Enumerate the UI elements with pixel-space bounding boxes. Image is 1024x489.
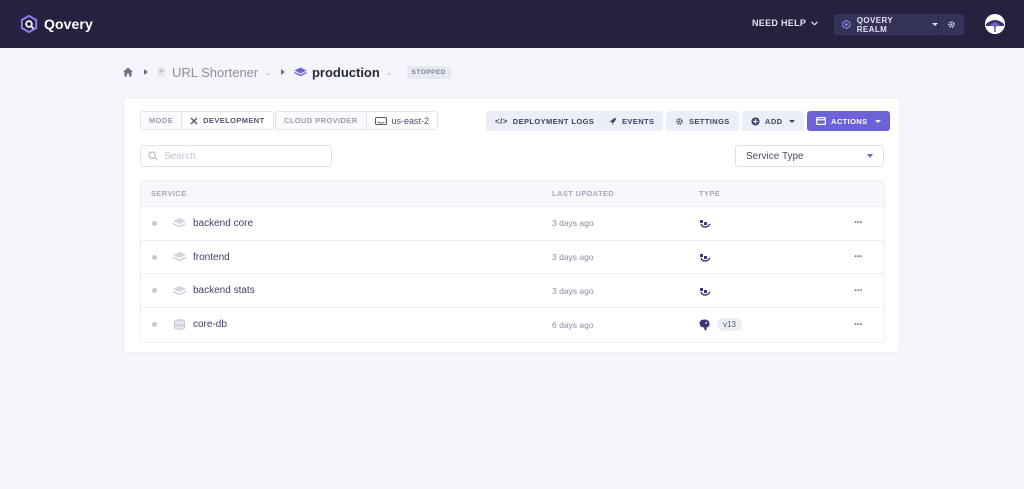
chevron-down-icon[interactable]: ⌄ <box>386 68 393 77</box>
row-menu-button[interactable]: ··· <box>854 251 863 263</box>
application-icon <box>172 252 187 262</box>
actions-label: ACTIONS <box>831 116 868 126</box>
header-service[interactable]: SERVICE <box>151 189 187 198</box>
table-header: SERVICE LAST UPDATED TYPE <box>141 181 884 207</box>
breadcrumb: P URL Shortener ⌄ production ⌄ STOPPED <box>122 62 451 82</box>
qovery-logo-icon <box>20 15 38 33</box>
service-name[interactable]: backend core <box>193 218 253 229</box>
container-icon <box>700 254 711 262</box>
project-initial-badge: P <box>157 66 166 78</box>
brand-logo[interactable]: Qovery <box>20 15 93 33</box>
breadcrumb-environment[interactable]: production <box>312 65 380 80</box>
add-button[interactable]: ADD <box>742 111 805 131</box>
events-label: EVENTS <box>622 116 655 126</box>
last-updated: 3 days ago <box>552 252 594 263</box>
container-icon <box>700 287 711 296</box>
cloud-provider-key: CLOUD PROVIDER <box>276 112 367 129</box>
mode-value: DEVELOPMENT <box>182 112 273 129</box>
cloud-provider-tag: CLOUD PROVIDER us-east-2 <box>275 111 439 130</box>
organization-switcher: QOVERY REALM <box>834 14 964 35</box>
need-help-menu[interactable]: NEED HELP <box>752 18 819 28</box>
top-navbar: Qovery NEED HELP QOVERY REALM <box>0 0 1024 48</box>
status-badge: STOPPED <box>406 65 451 79</box>
settings-label: SETTINGS <box>689 116 730 126</box>
organization-logo-icon <box>842 20 851 29</box>
organization-settings-button[interactable] <box>938 14 964 35</box>
chevron-down-icon[interactable]: ⌄ <box>264 68 271 77</box>
caret-down-icon <box>789 119 796 123</box>
container-icon <box>700 220 711 229</box>
window-icon <box>816 117 826 125</box>
header-type[interactable]: TYPE <box>699 189 720 198</box>
avatar-image-icon <box>985 14 1005 34</box>
caret-down-icon <box>867 154 873 158</box>
organization-dropdown[interactable]: QOVERY REALM <box>834 14 938 35</box>
row-menu-button[interactable]: ··· <box>854 285 863 297</box>
service-cell: backend core <box>172 207 253 240</box>
header-last-updated[interactable]: LAST UPDATED <box>552 189 614 198</box>
database-icon <box>174 319 185 331</box>
caret-down-icon <box>874 119 881 123</box>
brand-name: Qovery <box>44 16 93 32</box>
search-icon <box>148 151 158 161</box>
search-box <box>140 145 332 167</box>
services-table: SERVICE LAST UPDATED TYPE backend core 3… <box>140 180 885 343</box>
gear-icon <box>676 117 683 125</box>
caret-right-icon <box>280 69 285 75</box>
events-button[interactable]: EVENTS <box>599 111 664 131</box>
home-icon[interactable] <box>122 66 134 78</box>
service-name[interactable]: frontend <box>193 252 230 263</box>
status-dot <box>152 254 157 260</box>
application-icon <box>172 218 187 228</box>
code-icon: </> <box>495 116 508 126</box>
status-dot <box>152 220 157 226</box>
service-type-select[interactable]: Service Type <box>735 145 884 167</box>
add-label: ADD <box>765 116 783 126</box>
version-badge: v13 <box>717 318 742 332</box>
service-cell: core-db <box>172 308 227 342</box>
mode-tag: MODE DEVELOPMENT <box>140 111 274 130</box>
status-dot <box>152 322 157 328</box>
service-name[interactable]: core-db <box>193 319 227 330</box>
application-icon <box>172 285 187 295</box>
aws-icon <box>374 116 387 125</box>
region-label: us-east-2 <box>391 115 430 126</box>
table-row[interactable]: core-db 6 days ago v13 ··· <box>141 308 884 342</box>
last-updated: 6 days ago <box>552 319 594 330</box>
need-help-label: NEED HELP <box>752 18 807 28</box>
row-menu-button[interactable]: ··· <box>854 319 863 331</box>
settings-button[interactable]: SETTINGS <box>666 111 739 131</box>
service-cell: backend stats <box>172 274 255 307</box>
postgresql-icon <box>699 319 710 331</box>
last-updated: 3 days ago <box>552 285 594 296</box>
organization-name: QOVERY REALM <box>856 15 893 34</box>
user-avatar[interactable] <box>985 14 1005 34</box>
actions-button[interactable]: ACTIONS <box>807 111 890 131</box>
breadcrumb-project[interactable]: URL Shortener <box>172 65 258 80</box>
environment-card: MODE DEVELOPMENT CLOUD PROVIDER us-east-… <box>123 97 900 353</box>
mode-value-label: DEVELOPMENT <box>203 116 265 125</box>
table-row[interactable]: frontend 3 days ago ··· <box>141 241 884 275</box>
search-input[interactable] <box>164 150 324 162</box>
caret-right-icon <box>144 69 148 75</box>
table-row[interactable]: backend stats 3 days ago ··· <box>141 274 884 309</box>
deployment-logs-button[interactable]: </> DEPLOYMENT LOGS <box>486 111 604 131</box>
chevron-down-icon <box>811 20 819 26</box>
service-type-value: Service Type <box>746 150 804 162</box>
gear-icon <box>948 21 955 28</box>
plus-circle-icon <box>751 116 760 126</box>
last-updated: 3 days ago <box>552 218 594 229</box>
cloud-provider-value: us-east-2 <box>367 112 438 129</box>
rocket-icon <box>608 117 617 125</box>
deployment-logs-label: DEPLOYMENT LOGS <box>512 116 595 126</box>
service-cell: frontend <box>172 241 230 274</box>
mode-key: MODE <box>141 112 183 129</box>
environment-icon <box>294 67 307 77</box>
status-dot <box>152 288 157 294</box>
row-menu-button[interactable]: ··· <box>854 217 863 229</box>
table-row[interactable]: backend core 3 days ago ··· <box>141 207 884 241</box>
service-name[interactable]: backend stats <box>193 285 255 296</box>
tools-icon <box>190 117 198 124</box>
